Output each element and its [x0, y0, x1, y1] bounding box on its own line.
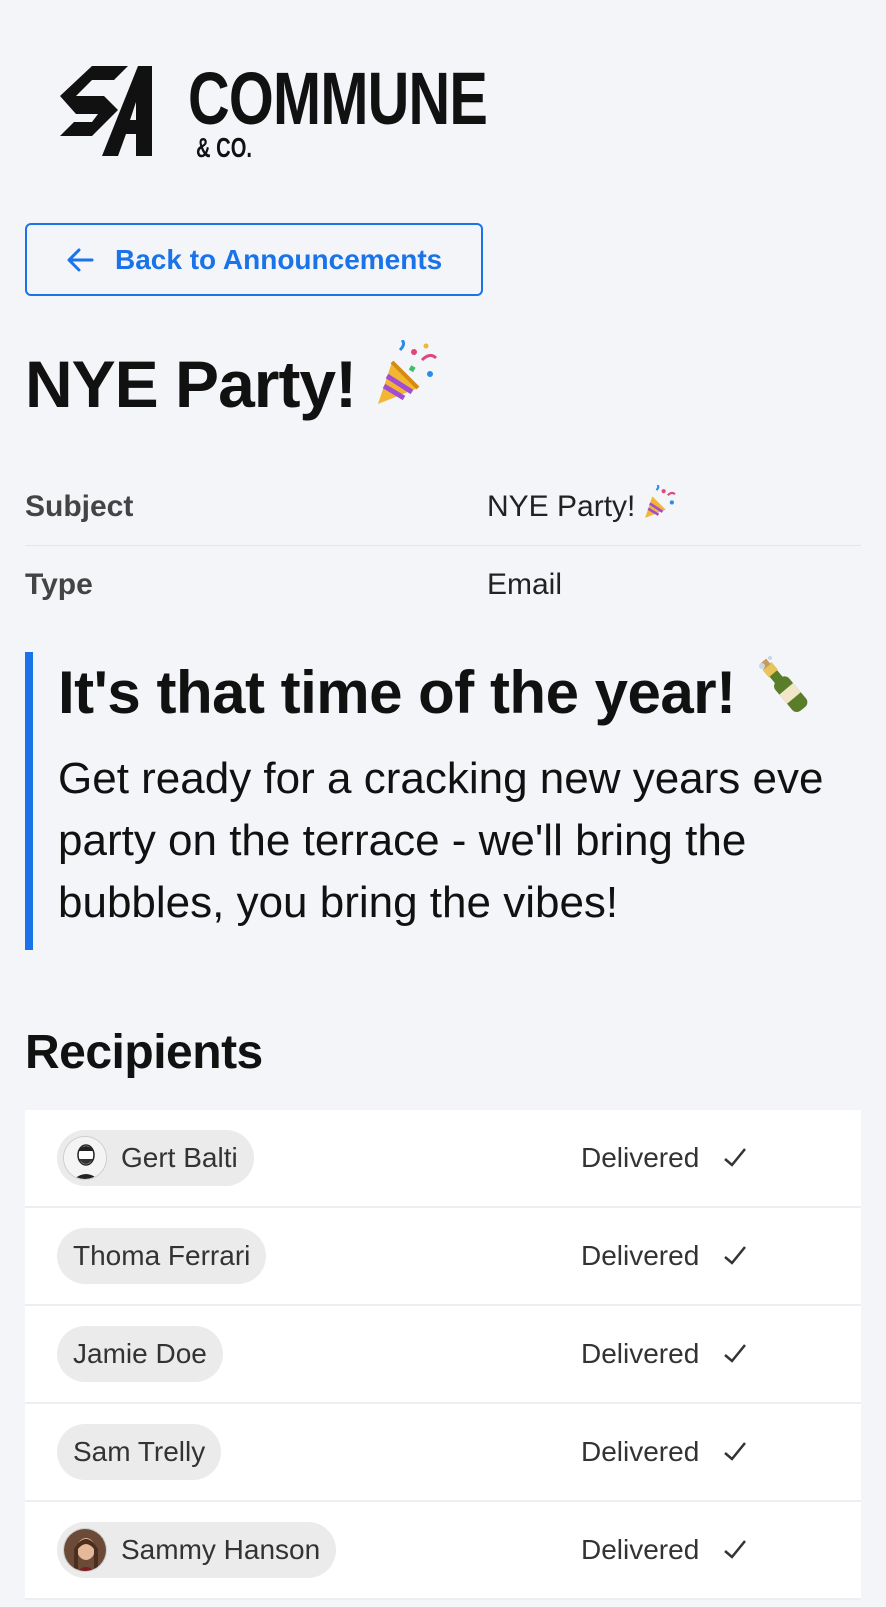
- recipients-title: Recipients: [25, 1026, 263, 1079]
- brand-sub: & CO.: [196, 132, 253, 163]
- subject-value: NYE Party!: [487, 489, 636, 523]
- recipient-chip[interactable]: Jamie Doe: [57, 1326, 223, 1382]
- recipient-chip[interactable]: Gert Balti: [57, 1130, 254, 1186]
- message-heading: It's that time of the year!: [58, 652, 861, 734]
- delivery-status: Delivered: [581, 1240, 749, 1272]
- page-title-text: NYE Party!: [25, 346, 357, 421]
- recipient-chip[interactable]: Sam Trelly: [57, 1424, 222, 1480]
- brand-name: COMMUNE: [188, 57, 488, 140]
- meta-value: NYE Party!: [487, 483, 677, 529]
- recipient-name: Sam Trelly: [73, 1436, 206, 1467]
- check-icon: [721, 1536, 749, 1564]
- delivery-status: Delivered: [581, 1338, 749, 1370]
- status-text: Delivered: [581, 1142, 700, 1173]
- back-to-announcements-button[interactable]: Back to Announcements: [25, 223, 483, 296]
- announcement-message: It's that time of the year! Get ready fo…: [25, 652, 861, 950]
- meta-row-type: Type Email: [25, 546, 861, 624]
- meta-value: Email: [487, 568, 563, 601]
- list-item: Sam Trelly Delivered: [25, 1404, 861, 1502]
- delivery-status: Delivered: [581, 1534, 749, 1566]
- check-icon: [721, 1340, 749, 1368]
- list-item: Sammy Hanson Delivered: [25, 1502, 861, 1600]
- delivery-status: Delivered: [581, 1142, 749, 1174]
- arrow-left-icon: [65, 245, 95, 275]
- page-title: NYE Party!: [25, 338, 440, 427]
- check-icon: [721, 1144, 749, 1172]
- list-item: Thoma Ferrari Delivered: [25, 1208, 861, 1306]
- recipient-chip[interactable]: Sammy Hanson: [57, 1522, 337, 1578]
- check-icon: [721, 1242, 749, 1270]
- check-icon: [721, 1438, 749, 1466]
- avatar: [63, 1528, 107, 1572]
- recipient-name: Thoma Ferrari: [73, 1240, 251, 1271]
- status-text: Delivered: [581, 1436, 700, 1467]
- list-item: Gert Balti Delivered: [25, 1110, 861, 1208]
- meta-label: Type: [25, 568, 93, 601]
- message-heading-text: It's that time of the year!: [58, 659, 736, 726]
- meta-row-subject: Subject NYE Party!: [25, 468, 861, 546]
- avatar: [63, 1136, 107, 1180]
- meta-label: Subject: [25, 489, 134, 523]
- party-popper-icon: [370, 338, 440, 427]
- list-item: Jamie Doe Delivered: [25, 1306, 861, 1404]
- party-popper-icon: [641, 483, 677, 529]
- status-text: Delivered: [581, 1338, 700, 1369]
- recipients-list: Gert Balti Delivered Thoma Ferrari Deliv…: [25, 1110, 861, 1600]
- announcement-meta: Subject NYE Party! Type Email: [25, 468, 861, 624]
- message-body: Get ready for a cracking new years eve p…: [58, 754, 824, 927]
- recipient-name: Jamie Doe: [73, 1338, 207, 1369]
- recipient-chip[interactable]: Thoma Ferrari: [57, 1228, 267, 1284]
- status-text: Delivered: [581, 1240, 700, 1271]
- back-button-label: Back to Announcements: [115, 243, 443, 275]
- delivery-status: Delivered: [581, 1436, 749, 1468]
- champagne-bottle-icon: [750, 652, 816, 734]
- recipient-name: Gert Balti: [121, 1142, 238, 1173]
- sa-monogram-icon: [60, 66, 152, 156]
- brand-logo: COMMUNE & CO.: [52, 58, 488, 168]
- status-text: Delivered: [581, 1534, 700, 1565]
- recipient-name: Sammy Hanson: [121, 1534, 321, 1565]
